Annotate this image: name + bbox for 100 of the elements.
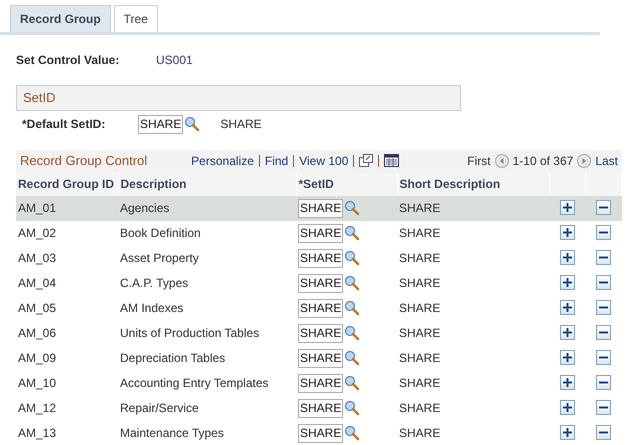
search-icon[interactable] [184,116,200,132]
input-field[interactable]: SHARE [298,224,344,242]
table-cell: SHARE [399,301,440,315]
plus-icon [562,253,572,262]
tab[interactable]: Tree [114,5,158,32]
search-icon[interactable] [344,350,360,366]
table-cell: AM_06 [18,326,56,340]
plus-icon [562,303,572,312]
plus-icon [562,278,572,287]
add-row-button[interactable] [560,350,575,365]
table-cell: AM_04 [18,276,56,290]
plus-icon [562,428,572,437]
add-row-button[interactable] [560,425,575,440]
table-cell: AM_09 [18,351,56,365]
table-cell: AM_12 [18,401,56,415]
search-icon[interactable] [344,225,360,241]
delete-row-button[interactable] [596,350,611,365]
search-icon[interactable] [344,250,360,266]
next-icon[interactable] [577,154,592,168]
input-field[interactable]: SHARE [298,298,344,318]
add-row-button[interactable] [560,275,575,290]
plus-icon [562,228,572,237]
table-cell: AM_03 [18,251,56,265]
table-cell: SHARE [399,251,440,265]
table-cell: AM Indexes [120,301,184,315]
delete-row-button[interactable] [596,425,611,440]
grid-link[interactable]: View 100 [299,152,348,170]
spreadsheet-icon[interactable] [384,154,400,167]
section-header: SetID [16,85,461,110]
table-cell: Accounting Entry Templates [120,376,269,390]
add-row-button[interactable] [560,300,575,315]
input-field[interactable]: SHARE [298,324,344,342]
table-cell: SHARE [399,376,440,390]
delete-row-button[interactable] [596,375,611,390]
search-icon[interactable] [344,400,360,416]
table-cell: Book Definition [120,226,201,240]
table-cell: Depreciation Tables [120,351,226,365]
column-header: *SetID [296,172,397,196]
delete-row-button[interactable] [596,400,611,415]
last-link[interactable]: Last [595,152,618,170]
table-cell: C.A.P. Types [120,276,188,290]
search-icon[interactable] [344,200,360,216]
plus-icon [562,403,572,412]
input-field[interactable]: SHARE [298,348,344,368]
table-cell: SHARE [399,226,440,240]
add-row-button[interactable] [560,325,575,340]
table-cell: SHARE [399,401,440,415]
field-value: SHARE [220,116,262,133]
input-field[interactable]: SHARE [298,198,344,218]
table-cell: AM_13 [18,426,56,440]
search-icon[interactable] [344,375,360,391]
add-row-button[interactable] [560,225,575,240]
table-cell: AM_02 [18,226,56,240]
input-field[interactable]: SHARE [298,374,344,392]
table-cell: SHARE [399,276,440,290]
input-field[interactable]: SHARE [298,274,344,292]
delete-row-button[interactable] [596,325,611,340]
grid-link[interactable]: Personalize [191,152,254,170]
table-cell: Agencies [120,201,170,215]
add-row-button[interactable] [560,375,575,390]
input-field[interactable]: SHARE [298,248,344,268]
search-icon[interactable] [344,325,360,341]
column-header: Short Description [397,172,549,196]
grid-title: Record Group Control [20,152,148,170]
grid-link[interactable]: Find [264,152,288,170]
table-cell: AM_05 [18,301,56,315]
page-range: 1-10 of 367 [512,152,574,170]
table-cell: SHARE [399,201,440,215]
tab[interactable]: Record Group [10,5,111,32]
search-icon[interactable] [344,275,360,291]
delete-row-button[interactable] [596,200,611,215]
field-value: US001 [156,52,193,69]
search-icon[interactable] [344,425,360,441]
table-cell: Repair/Service [120,401,199,415]
add-row-button[interactable] [560,200,575,215]
delete-row-button[interactable] [596,300,611,315]
column-header: Description [118,172,296,196]
plus-icon [562,328,572,337]
input-field[interactable]: SHARE [138,114,184,134]
plus-icon [562,203,572,212]
column-header: Record Group ID [16,172,118,196]
plus-icon [562,378,572,387]
first-label: First [467,152,491,170]
delete-row-button[interactable] [596,225,611,240]
previous-icon[interactable] [494,154,509,168]
search-icon[interactable] [344,300,360,316]
delete-row-button[interactable] [596,250,611,265]
table-cell: Units of Production Tables [120,326,260,340]
table-cell: AM_01 [18,201,56,215]
table-cell: SHARE [399,351,440,365]
input-field[interactable]: SHARE [298,398,344,418]
table-cell: Asset Property [120,251,199,265]
delete-row-button[interactable] [596,275,611,290]
zoom-icon[interactable] [359,154,374,167]
table-cell: SHARE [399,326,440,340]
input-field[interactable]: SHARE [298,424,344,442]
table-cell: SHARE [399,426,440,440]
add-row-button[interactable] [560,400,575,415]
add-row-button[interactable] [560,250,575,265]
field-label: Set Control Value: [16,52,120,69]
